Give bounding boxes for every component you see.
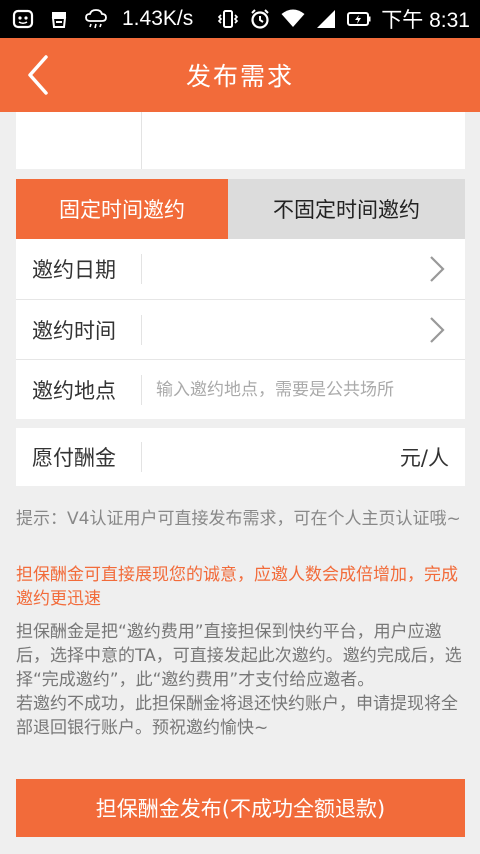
date-row[interactable]: 邀约日期 bbox=[16, 239, 465, 299]
reward-card: 愿付酬金 元/人 bbox=[16, 428, 465, 486]
card-divider bbox=[141, 112, 142, 169]
time-label: 邀约时间 bbox=[32, 318, 116, 343]
time-row[interactable]: 邀约时间 bbox=[16, 299, 465, 359]
tab-flexible-time[interactable]: 不固定时间邀约 bbox=[228, 179, 465, 239]
date-label: 邀约日期 bbox=[32, 258, 116, 282]
reward-label: 愿付酬金 bbox=[32, 446, 116, 470]
vibrate-icon bbox=[217, 8, 239, 30]
weather-icon bbox=[84, 8, 108, 30]
invitation-form: 邀约日期 邀约时间 邀约地点 bbox=[16, 239, 465, 419]
notification-icon bbox=[12, 8, 34, 30]
chevron-right-icon bbox=[429, 255, 445, 287]
location-field-wrap bbox=[142, 379, 465, 400]
description-paragraph: 担保酬金是把“邀约费用”直接担保到快约平台，用户应邀后，选择中意的TA，可直接发… bbox=[16, 622, 462, 690]
row-divider bbox=[141, 254, 142, 284]
row-divider bbox=[141, 442, 142, 472]
reward-unit: 元/人 bbox=[399, 446, 449, 470]
highlight-text: 担保酬金可直接展现您的诚意，应邀人数会成倍增加，完成邀约更迅速 bbox=[16, 565, 458, 609]
description-text: 担保酬金是把“邀约费用”直接担保到快约平台，用户应邀后，选择中意的TA，可直接发… bbox=[16, 620, 466, 740]
reward-row[interactable]: 愿付酬金 元/人 bbox=[16, 428, 465, 486]
nav-bar: 发布需求 bbox=[0, 38, 480, 112]
network-speed: 1.43K/s bbox=[122, 7, 194, 30]
page-title: 发布需求 bbox=[185, 62, 294, 91]
description-paragraph: 若邀约不成功，此担保酬金将退还快约账户，申请提现将全部退回银行账户。预祝邀约愉快… bbox=[16, 694, 458, 738]
tip-text: 提示：V4认证用户可直接发布需求，可在个人主页认证哦~ bbox=[16, 509, 461, 529]
signal-icon bbox=[315, 8, 337, 30]
time-type-tabs: 固定时间邀约 不固定时间邀约 bbox=[16, 179, 465, 239]
content-input-card[interactable] bbox=[16, 112, 465, 169]
location-row: 邀约地点 bbox=[16, 359, 465, 419]
submit-button[interactable]: 担保酬金发布(不成功全额退款) bbox=[16, 779, 465, 837]
row-divider bbox=[141, 314, 142, 345]
battery-icon bbox=[347, 11, 371, 27]
wifi-icon bbox=[281, 9, 305, 29]
tab-fixed-time[interactable]: 固定时间邀约 bbox=[16, 179, 228, 239]
back-icon[interactable] bbox=[22, 53, 56, 97]
clock: 下午 8:31 bbox=[381, 9, 470, 32]
status-bar: 1.43K/s 下午 8:31 bbox=[0, 0, 480, 38]
app-notification-icon bbox=[48, 8, 70, 30]
alarm-icon bbox=[249, 8, 271, 30]
location-label: 邀约地点 bbox=[32, 378, 116, 403]
chevron-right-icon bbox=[429, 316, 445, 348]
location-input[interactable] bbox=[156, 379, 465, 400]
